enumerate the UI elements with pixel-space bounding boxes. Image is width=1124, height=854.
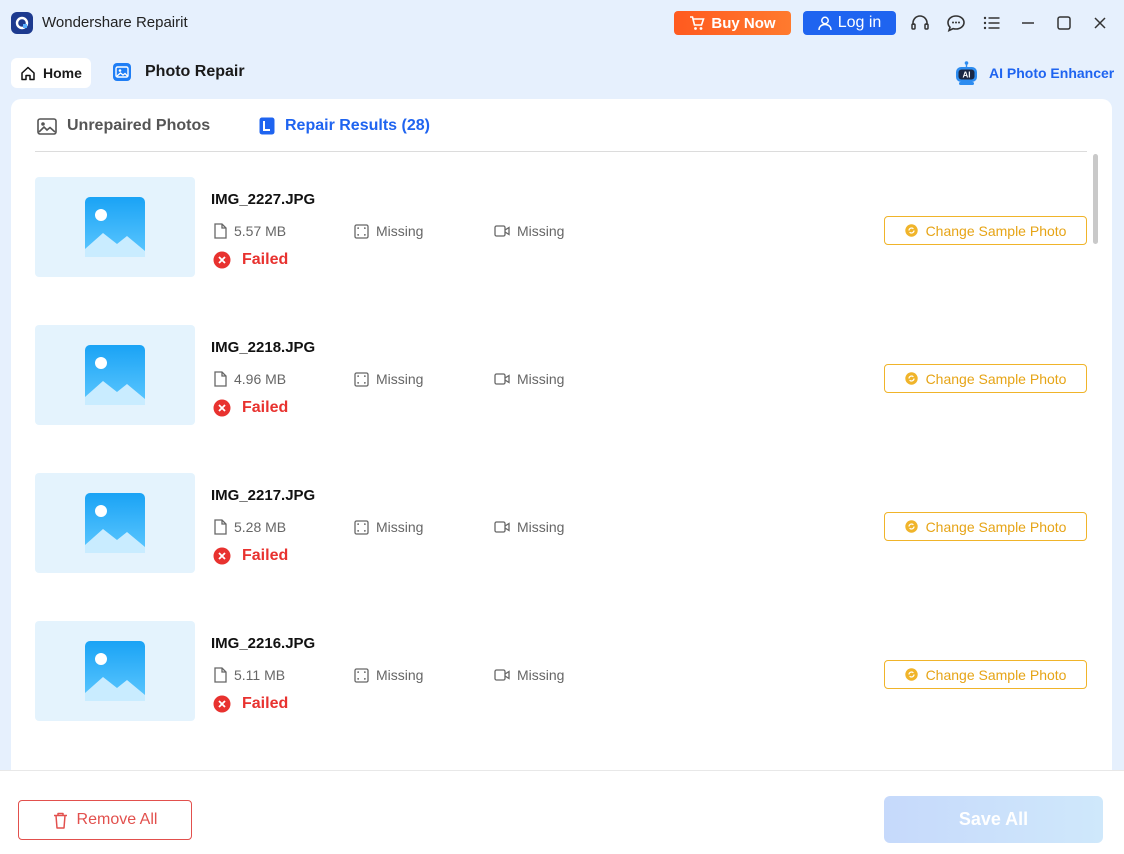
list-item: IMG_2216.JPG 5.11 MB Missing Missing Fai…: [35, 621, 1087, 721]
camera-info: Missing: [494, 519, 564, 535]
ai-photo-enhancer-link[interactable]: AI AI Photo Enhancer: [954, 60, 1114, 86]
status-badge: Failed: [213, 399, 288, 417]
close-icon[interactable]: [1089, 12, 1111, 34]
failed-icon: [213, 547, 231, 565]
tab-results-label: Repair Results (28): [285, 117, 430, 134]
list-item: IMG_2218.JPG 4.96 MB Missing Missing Fai…: [35, 325, 1087, 425]
footer-bar: Remove All Save All: [0, 770, 1124, 854]
failed-icon: [213, 695, 231, 713]
file-icon: [214, 667, 227, 683]
file-icon: [214, 371, 227, 387]
photo-thumbnail[interactable]: [35, 621, 195, 721]
photo-repair-icon: [113, 63, 131, 81]
main-panel: Unrepaired Photos Repair Results (28) IM…: [11, 99, 1112, 779]
change-sample-photo-button[interactable]: Change Sample Photo: [884, 216, 1087, 245]
refresh-icon: [904, 224, 918, 237]
refresh-icon: [904, 668, 918, 681]
photo-thumbnail[interactable]: [35, 325, 195, 425]
title-bar: Wondershare Repairit Buy Now Log in: [0, 0, 1124, 46]
home-label: Home: [43, 65, 82, 81]
file-icon: [214, 223, 227, 239]
photo-placeholder-icon: [85, 345, 145, 405]
status-badge: Failed: [213, 251, 288, 269]
list-item: IMG_2227.JPG 5.57 MB Missing Missing Fai…: [35, 177, 1087, 277]
status-badge: Failed: [213, 547, 288, 565]
change-sample-photo-button[interactable]: Change Sample Photo: [884, 512, 1087, 541]
home-tab[interactable]: Home: [11, 58, 91, 88]
remove-all-button[interactable]: Remove All: [18, 800, 192, 840]
save-all-label: Save All: [958, 809, 1029, 829]
home-icon: [21, 66, 35, 80]
refresh-icon: [904, 372, 918, 385]
change-sample-photo-button[interactable]: Change Sample Photo: [884, 660, 1087, 689]
list-item: IMG_2217.JPG 5.28 MB Missing Missing Fai…: [35, 473, 1087, 573]
resolution: Missing: [354, 371, 423, 387]
resolution-icon: [354, 223, 369, 239]
cart-icon: [690, 15, 706, 30]
ai-robot-icon: AI: [956, 61, 977, 85]
photo-thumbnail[interactable]: [35, 177, 195, 277]
file-size: 5.11 MB: [213, 667, 285, 683]
status-badge: Failed: [213, 695, 288, 713]
file-name: IMG_2217.JPG: [211, 487, 316, 504]
app-title: Wondershare Repairit: [42, 14, 188, 31]
resolution-icon: [354, 667, 369, 683]
camera-icon: [494, 669, 510, 681]
resolution-icon: [354, 371, 369, 387]
photo-repair-breadcrumb: Photo Repair: [112, 62, 245, 82]
camera-info: Missing: [494, 667, 564, 683]
camera-icon: [494, 521, 510, 533]
file-size: 4.96 MB: [213, 371, 286, 387]
tab-unrepaired-label: Unrepaired Photos: [67, 117, 211, 134]
scrollbar-thumb[interactable]: [1093, 154, 1098, 244]
photo-placeholder-icon: [85, 493, 145, 553]
resolution: Missing: [354, 223, 423, 239]
failed-icon: [213, 251, 231, 269]
photo-placeholder-icon: [85, 197, 145, 257]
minimize-icon[interactable]: [1017, 12, 1039, 34]
app-logo-icon: [11, 12, 33, 34]
tab-unrepaired-photos[interactable]: Unrepaired Photos: [37, 117, 210, 135]
photo-thumbnail[interactable]: [35, 473, 195, 573]
photo-placeholder-icon: [85, 641, 145, 701]
page-title: Photo Repair: [145, 63, 245, 80]
refresh-icon: [904, 520, 918, 533]
file-name: IMG_2218.JPG: [211, 339, 316, 356]
resolution-icon: [354, 519, 369, 535]
camera-info: Missing: [494, 371, 564, 387]
menu-list-icon[interactable]: [981, 12, 1003, 34]
camera-info: Missing: [494, 223, 564, 239]
trash-icon: [53, 812, 67, 829]
change-sample-photo-button[interactable]: Change Sample Photo: [884, 364, 1087, 393]
results-tabs: Unrepaired Photos Repair Results (28): [35, 99, 1087, 152]
save-all-button[interactable]: Save All: [884, 796, 1103, 843]
file-icon: [214, 519, 227, 535]
login-button[interactable]: Log in: [803, 11, 896, 35]
resolution: Missing: [354, 519, 423, 535]
tab-repair-results[interactable]: Repair Results (28): [259, 117, 430, 135]
file-name: IMG_2216.JPG: [211, 635, 316, 652]
resolution: Missing: [354, 667, 423, 683]
file-size: 5.57 MB: [213, 223, 286, 239]
chat-icon[interactable]: [945, 12, 967, 34]
file-name: IMG_2227.JPG: [211, 191, 316, 208]
file-size: 5.28 MB: [213, 519, 286, 535]
results-list-icon: [259, 117, 275, 135]
login-label: Log in: [837, 14, 882, 31]
buy-now-button[interactable]: Buy Now: [674, 11, 791, 35]
headset-icon[interactable]: [909, 12, 931, 34]
camera-icon: [494, 225, 510, 237]
maximize-icon[interactable]: [1053, 12, 1075, 34]
failed-icon: [213, 399, 231, 417]
svg-text:AI: AI: [963, 71, 971, 80]
camera-icon: [494, 373, 510, 385]
image-icon: [37, 117, 57, 135]
ai-photo-enhancer-label: AI Photo Enhancer: [989, 65, 1115, 81]
user-icon: [817, 16, 832, 30]
remove-all-label: Remove All: [76, 811, 158, 828]
buy-now-label: Buy Now: [711, 14, 776, 32]
